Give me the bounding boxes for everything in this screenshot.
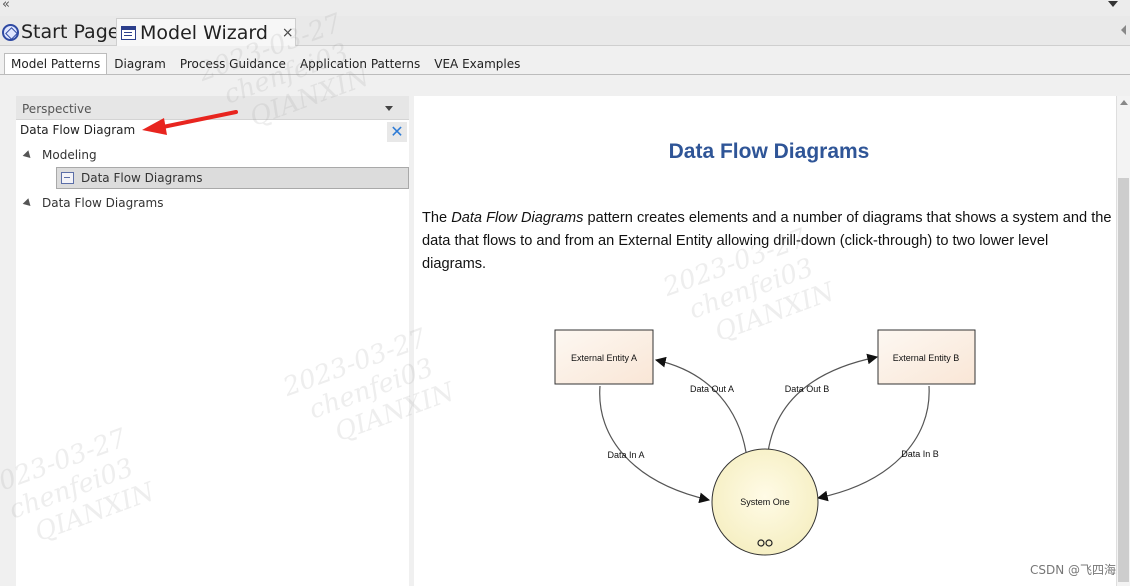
flow-data-in-b <box>816 385 930 502</box>
tree-item-label: Data Flow Diagrams <box>42 196 164 210</box>
tree-item-modeling[interactable]: Modeling <box>22 144 97 166</box>
patterns-panel: Perspective Data Flow Diagram ✕ Modeling… <box>16 96 409 586</box>
tab-start-page-label: Start Page <box>21 21 120 43</box>
start-page-icon <box>2 23 19 41</box>
dropdown-arrow-icon[interactable] <box>1108 1 1118 7</box>
scrollbar-thumb[interactable] <box>1118 178 1129 582</box>
scroll-up-icon[interactable] <box>1120 100 1128 105</box>
flow-data-out-b <box>767 353 879 453</box>
tab-process-guidance[interactable]: Process Guidance <box>173 53 293 75</box>
wizard-icon <box>121 25 136 40</box>
red-annotation-arrow <box>142 110 238 135</box>
pattern-icon <box>61 172 74 184</box>
desc-pattern-name: Data Flow Diagrams <box>451 210 584 226</box>
tab-diagram[interactable]: Diagram <box>107 53 173 75</box>
expanded-triangle-icon[interactable] <box>22 149 34 161</box>
tab-application-patterns[interactable]: Application Patterns <box>293 53 427 75</box>
collapse-left-icon[interactable]: « <box>2 0 10 12</box>
data-out-b-label: Data Out B <box>785 384 830 394</box>
clear-search-icon[interactable]: ✕ <box>387 122 407 142</box>
top-strip: « <box>0 0 1130 16</box>
pattern-description-panel: Data Flow Diagrams The Data Flow Diagram… <box>414 96 1116 586</box>
tab-model-patterns[interactable]: Model Patterns <box>4 53 108 75</box>
perspective-label: Perspective <box>22 102 92 116</box>
subtab-divider <box>0 74 1130 75</box>
tree-item-label: Data Flow Diagrams <box>81 171 203 185</box>
close-icon[interactable]: × <box>282 25 294 41</box>
data-flow-diagram: External Entity A External Entity B Syst… <box>554 329 976 556</box>
external-entity-b-label: External Entity B <box>893 353 960 363</box>
data-in-b-label: Data In B <box>901 449 939 459</box>
search-value: Data Flow Diagram <box>20 123 136 137</box>
desc-prefix: The <box>422 210 452 226</box>
flow-data-in-a <box>599 385 711 504</box>
tree-item-data-flow-diagrams-pattern[interactable]: Data Flow Diagrams <box>56 167 409 189</box>
tab-vea-examples[interactable]: VEA Examples <box>427 53 527 75</box>
wizard-subtabs: Model Patterns Diagram Process Guidance … <box>4 53 527 75</box>
document-tabs: Start Page Model Wizard × <box>0 16 1130 46</box>
tab-model-wizard[interactable]: Model Wizard × <box>116 18 296 46</box>
tab-start-page[interactable]: Start Page <box>0 18 119 46</box>
external-entity-a-label: External Entity A <box>571 353 637 363</box>
page-title: Data Flow Diagrams <box>668 140 870 163</box>
tree-item-label: Modeling <box>42 148 97 162</box>
chevron-down-icon <box>385 106 393 111</box>
scroll-tabs-left-icon[interactable] <box>1121 25 1126 35</box>
expanded-triangle-icon[interactable] <box>22 197 34 209</box>
pattern-description: The Data Flow Diagrams pattern creates e… <box>422 207 1112 276</box>
tab-model-wizard-label: Model Wizard <box>140 21 268 44</box>
system-one-label: System One <box>740 497 790 507</box>
data-in-a-label: Data In A <box>607 450 644 460</box>
flow-data-out-a <box>654 356 747 453</box>
data-out-a-label: Data Out A <box>690 384 734 394</box>
vertical-scrollbar[interactable] <box>1116 96 1130 586</box>
tree-item-data-flow-diagrams[interactable]: Data Flow Diagrams <box>22 192 164 214</box>
csdn-credit: CSDN @飞四海 <box>1029 563 1116 577</box>
